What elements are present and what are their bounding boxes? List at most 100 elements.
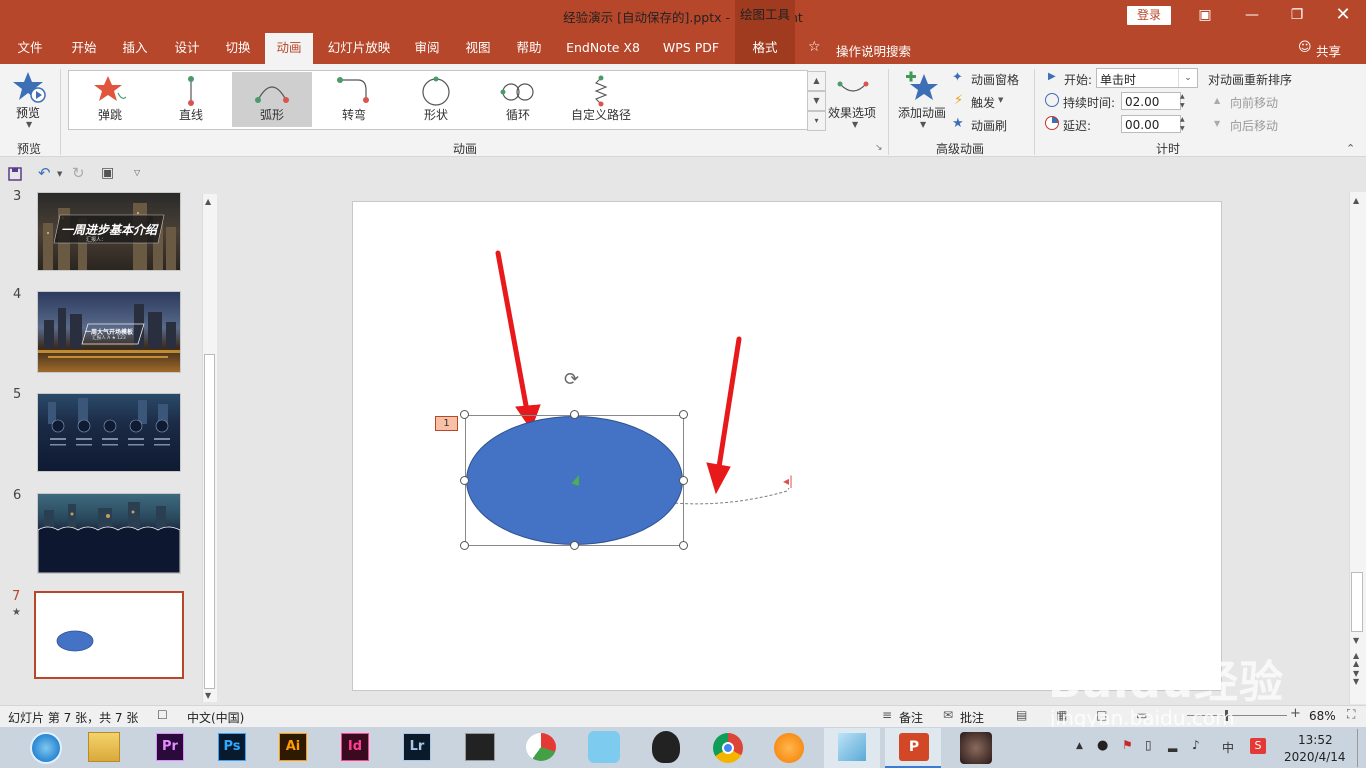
resize-handle[interactable] xyxy=(570,410,579,419)
move-earlier-button[interactable]: 向前移动 xyxy=(1230,94,1278,111)
gallery-scroll-up-icon[interactable]: ▲ xyxy=(807,71,826,91)
sogou-ime-icon[interactable]: S xyxy=(1250,738,1266,754)
scroll-up-icon[interactable]: ▲ xyxy=(1353,196,1359,205)
effect-options-button[interactable]: 效果选项 xyxy=(828,104,876,121)
effect-options-icon[interactable] xyxy=(836,72,870,100)
show-desktop-button[interactable] xyxy=(1357,729,1358,767)
tab-home[interactable]: 开始 xyxy=(62,33,106,64)
search-tell-me[interactable]: 操作说明搜索 xyxy=(836,41,911,60)
umbrella-app-icon[interactable] xyxy=(526,733,556,761)
animation-painter-icon[interactable]: ★ xyxy=(952,116,964,131)
tab-wps-pdf[interactable]: WPS PDF xyxy=(655,33,727,64)
tab-file[interactable]: 文件 xyxy=(8,33,52,64)
trigger-button[interactable]: 触发 xyxy=(971,94,995,111)
tray-battery-icon[interactable]: ▯ xyxy=(1145,738,1152,752)
duration-input[interactable]: 02.00 xyxy=(1121,92,1181,110)
resize-handle[interactable] xyxy=(679,410,688,419)
avatar-app-icon[interactable] xyxy=(960,732,992,764)
gallery-item-loop[interactable]: 循环 xyxy=(478,72,558,127)
spellcheck-icon[interactable]: ☐ xyxy=(157,708,168,722)
add-animation-dropdown-icon[interactable]: ▼ xyxy=(920,120,926,129)
resize-handle[interactable] xyxy=(679,541,688,550)
qq-app-icon[interactable] xyxy=(652,731,680,763)
tab-endnote[interactable]: EndNote X8 xyxy=(561,33,645,64)
tab-format[interactable]: 格式 xyxy=(735,33,795,64)
gallery-item-shape[interactable]: 形状 xyxy=(396,72,476,127)
animation-painter-button[interactable]: 动画刷 xyxy=(971,117,1007,134)
tray-expand-icon[interactable]: ▲ xyxy=(1076,741,1083,751)
tab-view[interactable]: 视图 xyxy=(456,33,500,64)
close-icon[interactable]: ✕ xyxy=(1328,4,1358,26)
gallery-more-icon[interactable]: ▾ xyxy=(807,111,826,131)
add-animation-icon[interactable] xyxy=(904,70,940,104)
share-button[interactable]: 共享 xyxy=(1316,41,1341,60)
login-button[interactable]: 登录 xyxy=(1127,6,1171,25)
fit-slide-icon[interactable]: ⛶ xyxy=(1347,707,1355,722)
start-select[interactable]: 单击时 ⌄ xyxy=(1096,68,1198,88)
tab-insert[interactable]: 插入 xyxy=(113,33,157,64)
gallery-item-turn[interactable]: 转弯 xyxy=(314,72,394,127)
slide-thumbnail-3[interactable]: 一周进步基本介绍 汇报人： xyxy=(37,192,181,271)
undo-dropdown-icon[interactable]: ▼ xyxy=(57,170,62,178)
dialog-launcher-icon[interactable]: ↘ xyxy=(875,143,883,153)
orange-app-icon[interactable] xyxy=(774,733,804,763)
photoshop-app[interactable]: Ps xyxy=(212,730,252,766)
next-slide-icon[interactable]: ▼ ▼ xyxy=(1353,670,1359,686)
gallery-item-line[interactable]: 直线 xyxy=(151,72,231,127)
tab-slideshow[interactable]: 幻灯片放映 xyxy=(322,33,396,64)
redo-icon[interactable]: ↻ xyxy=(72,164,85,182)
illustrator-app[interactable]: Ai xyxy=(273,730,313,766)
slide-thumbnail-4[interactable]: 一周大气开场模板 汇报人 A ★ 123 xyxy=(37,291,181,373)
delay-spinner-icon[interactable]: ▲ ▼ xyxy=(1180,115,1185,133)
tray-signal-icon[interactable]: ▂ xyxy=(1168,738,1177,752)
resize-handle[interactable] xyxy=(570,541,579,550)
clock-date[interactable]: 2020/4/14 xyxy=(1284,750,1346,764)
chrome-app-icon[interactable] xyxy=(713,733,743,763)
scroll-up-icon[interactable]: ▲ xyxy=(205,197,211,206)
slide-thumbnail-7[interactable] xyxy=(34,591,184,679)
notes-button[interactable]: 备注 xyxy=(899,709,923,726)
gallery-item-arc[interactable]: 弧形 xyxy=(232,72,312,127)
slide-thumbnail-6[interactable] xyxy=(37,493,181,574)
preview-button[interactable]: 预览 xyxy=(16,104,40,121)
ime-indicator[interactable]: 中 xyxy=(1222,739,1234,756)
chevron-down-icon[interactable]: ⌄ xyxy=(1178,69,1197,87)
delay-input[interactable]: 00.00 xyxy=(1121,115,1181,133)
file-explorer-icon[interactable] xyxy=(88,732,120,762)
tab-review[interactable]: 审阅 xyxy=(405,33,449,64)
slide-thumbnail-5[interactable] xyxy=(37,393,181,472)
premiere-app[interactable]: Pr xyxy=(150,730,190,766)
zoom-in-icon[interactable]: + xyxy=(1290,706,1301,721)
trigger-icon[interactable]: ⚡ xyxy=(954,93,963,108)
animation-order-badge[interactable]: 1 xyxy=(435,416,458,431)
add-animation-button[interactable]: 添加动画 xyxy=(898,104,946,121)
resize-handle[interactable] xyxy=(679,476,688,485)
scroll-thumb[interactable] xyxy=(1351,572,1363,632)
save-icon[interactable] xyxy=(8,167,22,181)
resize-handle[interactable] xyxy=(460,476,469,485)
effect-options-dropdown-icon[interactable]: ▼ xyxy=(852,120,858,129)
video-editor-icon[interactable] xyxy=(465,733,495,761)
previous-slide-icon[interactable]: ▲ ▲ xyxy=(1353,652,1359,668)
undo-icon[interactable]: ↶ xyxy=(38,164,51,182)
tray-network-flag-icon[interactable]: ⚑ xyxy=(1122,738,1133,752)
customize-qat-icon[interactable]: ▽ xyxy=(134,168,140,177)
move-later-button[interactable]: 向后移动 xyxy=(1230,117,1278,134)
notes-app-icon[interactable] xyxy=(838,733,866,761)
normal-view-icon[interactable]: ▤ xyxy=(1016,708,1027,722)
restore-icon[interactable]: ❐ xyxy=(1282,4,1312,26)
clock-time[interactable]: 13:52 xyxy=(1298,733,1333,747)
comments-button[interactable]: 批注 xyxy=(960,709,984,726)
lightroom-app[interactable]: Lr xyxy=(397,730,437,766)
tray-qq-icon[interactable]: ● xyxy=(1097,738,1108,753)
animation-pane-button[interactable]: 动画窗格 xyxy=(971,71,1019,88)
tray-volume-icon[interactable]: ♪ xyxy=(1192,738,1200,752)
resize-handle[interactable] xyxy=(460,410,469,419)
scroll-down-icon[interactable]: ▼ xyxy=(205,691,211,700)
language-indicator[interactable]: 中文(中国) xyxy=(187,709,244,726)
animation-pane-icon[interactable]: ✦ xyxy=(952,70,963,85)
scroll-down-icon[interactable]: ▼ xyxy=(1353,636,1359,645)
rotate-handle-icon[interactable]: ⟳ xyxy=(564,369,579,390)
tab-help[interactable]: 帮助 xyxy=(507,33,551,64)
duration-spinner-icon[interactable]: ▲ ▼ xyxy=(1180,92,1185,110)
